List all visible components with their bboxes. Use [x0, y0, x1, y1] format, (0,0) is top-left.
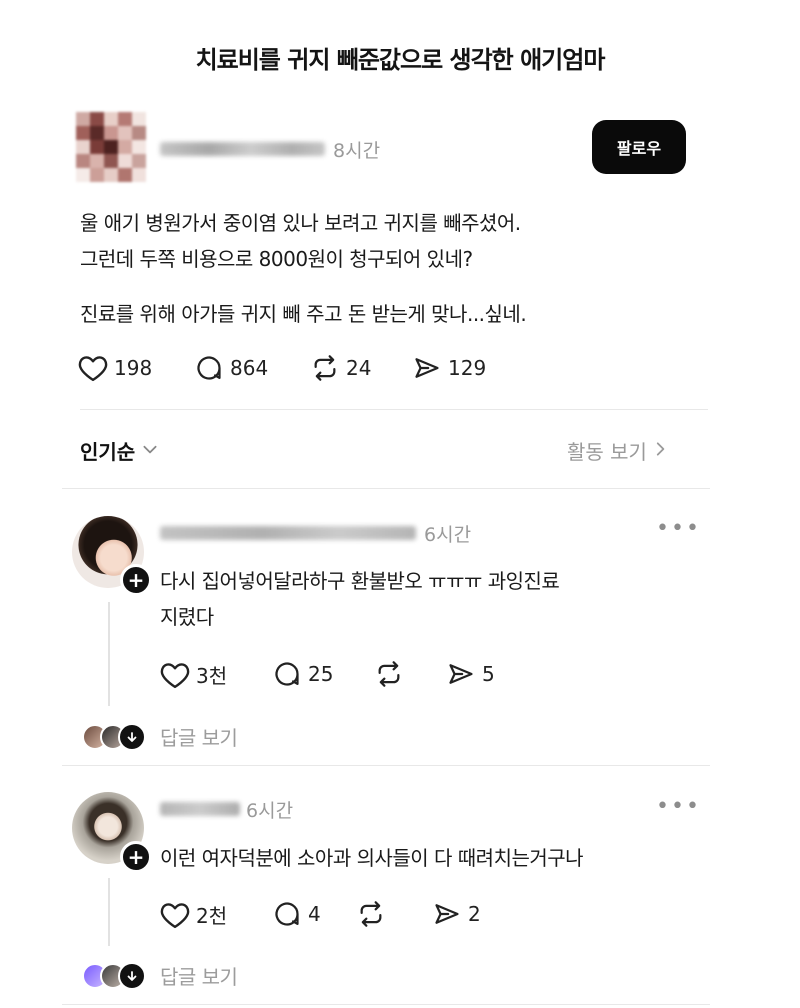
heart-icon [78, 354, 108, 382]
post-text-line-2: 그런데 두쪽 비용으로 8000원이 청구되어 있네? [80, 247, 473, 271]
author-username[interactable] [160, 142, 325, 156]
commenter-username[interactable] [160, 802, 240, 816]
comment-time: 6시간 [424, 524, 472, 546]
author-avatar[interactable] [76, 112, 146, 182]
post-text-line-3: 진료를 위해 아가들 귀지 빼 주고 돈 받는게 맞나...싶네. [80, 302, 527, 326]
repost-button[interactable] [356, 900, 386, 928]
thread-line [108, 878, 110, 946]
repost-arrows-icon [374, 660, 404, 688]
arrow-down-icon [118, 962, 146, 990]
heart-icon [160, 901, 190, 929]
repost-count: 24 [346, 356, 372, 380]
sort-dropdown[interactable]: 인기순 [80, 436, 159, 465]
like-button[interactable]: 3천 [160, 660, 227, 689]
comment-count: 25 [308, 662, 334, 686]
chevron-right-icon [653, 440, 667, 462]
follow-button[interactable]: 팔로우 [592, 120, 686, 174]
repost-button[interactable] [374, 660, 404, 688]
divider [62, 765, 710, 766]
like-count: 3천 [196, 664, 228, 688]
comment-time: 6시간 [246, 800, 294, 822]
share-count: 5 [482, 662, 495, 686]
activity-label: 활동 보기 [567, 440, 647, 464]
more-dots-icon[interactable]: ••• [656, 516, 701, 541]
repost-arrows-icon [310, 354, 340, 382]
page-headline: 치료비를 귀지 빼준값으로 생각한 애기엄마 [195, 46, 606, 74]
send-icon [446, 660, 476, 688]
post-time: 8시간 [333, 140, 381, 162]
activity-link[interactable]: 활동 보기 [567, 436, 667, 465]
comment-button[interactable]: 4 [272, 900, 321, 928]
speech-bubble-icon [194, 354, 224, 382]
like-button[interactable]: 2천 [160, 900, 227, 929]
plus-icon[interactable]: + [120, 564, 152, 596]
comment-button[interactable]: 864 [194, 354, 268, 382]
share-count: 2 [468, 902, 481, 926]
speech-bubble-icon [272, 660, 302, 688]
sort-label: 인기순 [80, 440, 136, 464]
view-replies-link[interactable]: 답글 보기 [160, 961, 238, 990]
repost-button[interactable]: 24 [310, 354, 371, 382]
like-count: 2천 [196, 904, 228, 928]
like-count: 198 [114, 356, 153, 380]
comment-text-line: 다시 집어넣어달라하구 환불받오 ㅠㅠㅠ 과잉진료 [160, 569, 560, 593]
post-text-line-1: 울 애기 병원가서 중이염 있나 보려고 귀지를 빼주셨어. [80, 211, 521, 235]
chevron-down-icon [141, 440, 159, 462]
send-icon [412, 354, 442, 382]
reply-avatars[interactable] [82, 723, 146, 751]
share-button[interactable]: 2 [432, 900, 481, 928]
like-button[interactable]: 198 [78, 354, 152, 382]
arrow-down-icon [118, 723, 146, 751]
repost-arrows-icon [356, 900, 386, 928]
comment-text-line: 지렸다 [160, 605, 214, 629]
divider [62, 488, 710, 489]
comment-count: 864 [230, 356, 269, 380]
share-button[interactable]: 5 [446, 660, 495, 688]
speech-bubble-icon [272, 900, 302, 928]
send-icon [432, 900, 462, 928]
comment-button[interactable]: 25 [272, 660, 333, 688]
commenter-username[interactable] [160, 526, 416, 540]
reply-avatars[interactable] [82, 962, 146, 990]
comment-text-line: 이런 여자덕분에 소아과 의사들이 다 때려치는거구나 [160, 846, 584, 870]
divider [80, 409, 708, 410]
thread-line [108, 602, 110, 706]
view-replies-link[interactable]: 답글 보기 [160, 722, 238, 751]
share-button[interactable]: 129 [412, 354, 486, 382]
share-count: 129 [448, 356, 487, 380]
plus-icon[interactable]: + [120, 841, 152, 873]
divider [62, 1004, 710, 1005]
comment-count: 4 [308, 902, 321, 926]
more-dots-icon[interactable]: ••• [656, 794, 701, 819]
heart-icon [160, 661, 190, 689]
